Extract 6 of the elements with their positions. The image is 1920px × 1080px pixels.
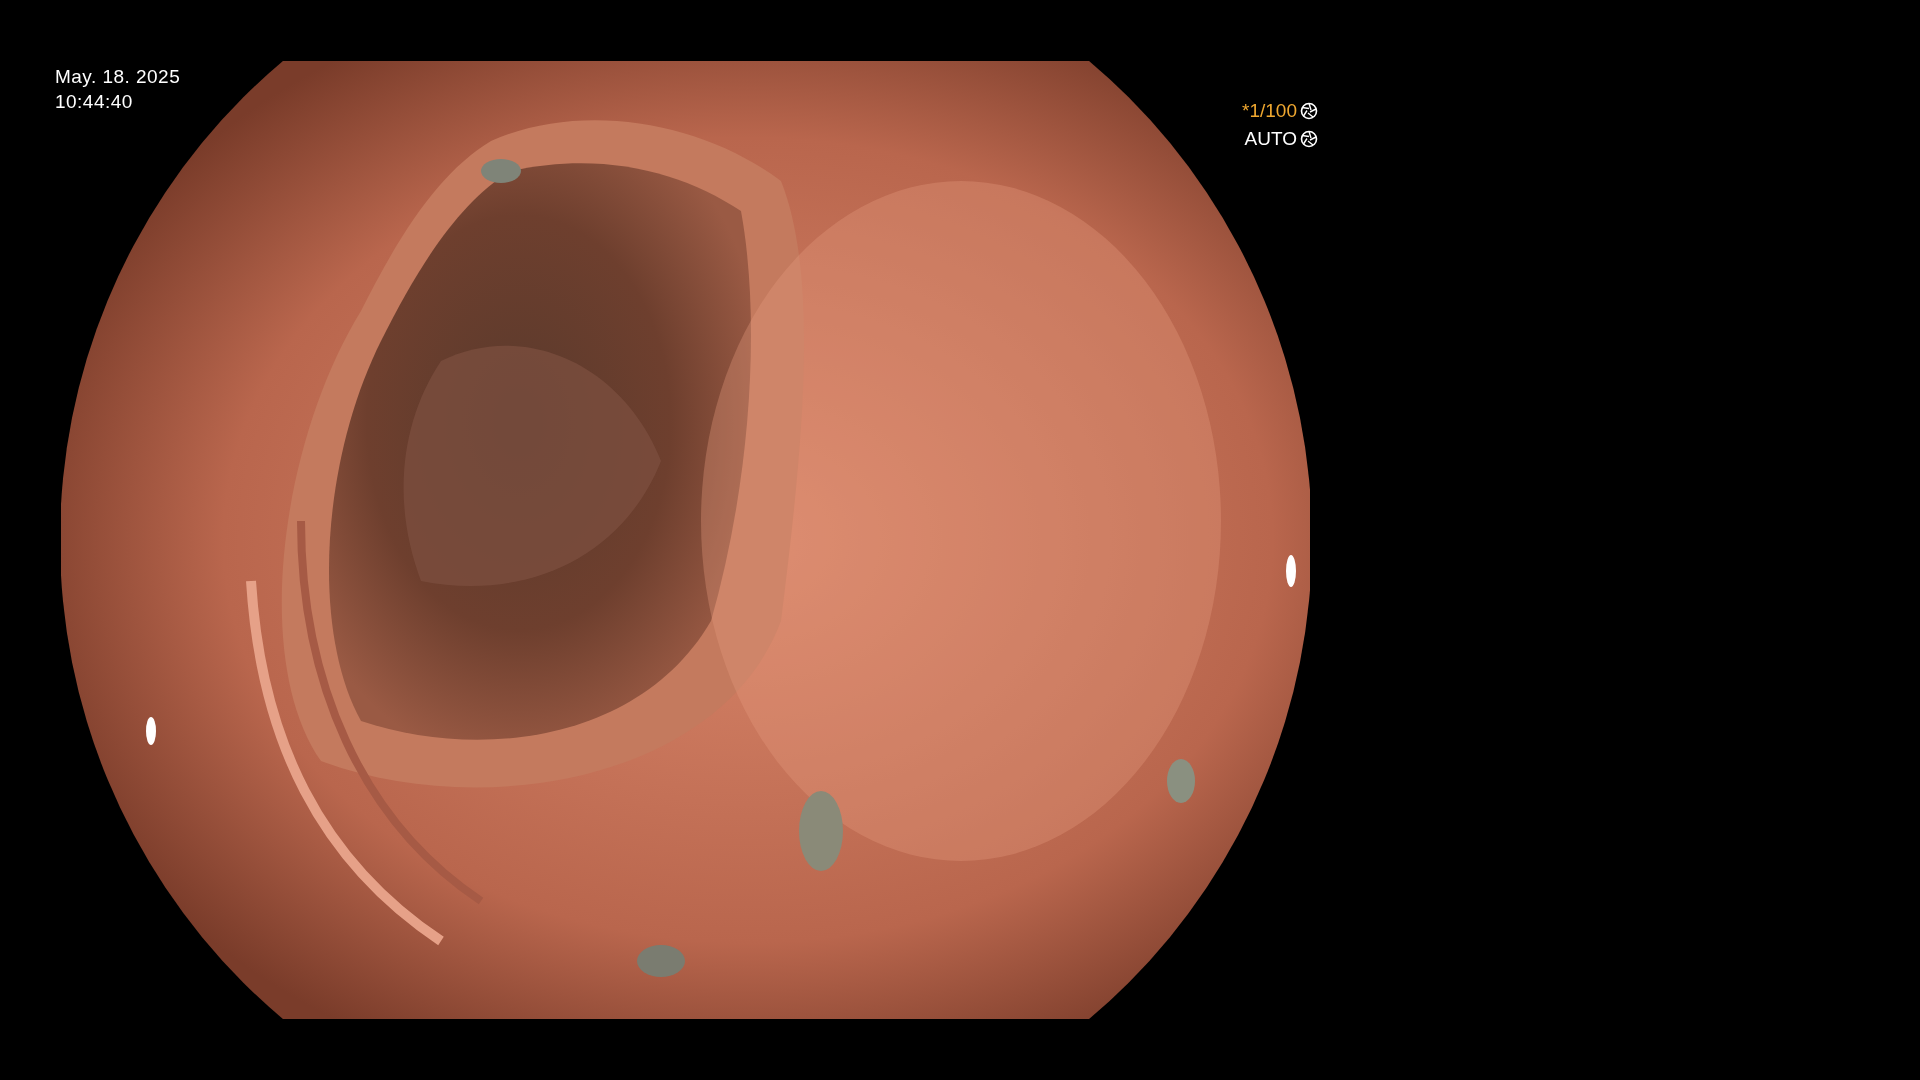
shutter-icon bbox=[1300, 102, 1318, 120]
aperture-icon bbox=[1300, 130, 1318, 148]
date-text: May. 18. 2025 bbox=[55, 65, 181, 89]
exposure-mode-text: AUTO bbox=[1244, 128, 1297, 150]
time-text: 10:44:40 bbox=[55, 90, 134, 114]
shutter-speed-text: *1/100 bbox=[1242, 100, 1297, 122]
